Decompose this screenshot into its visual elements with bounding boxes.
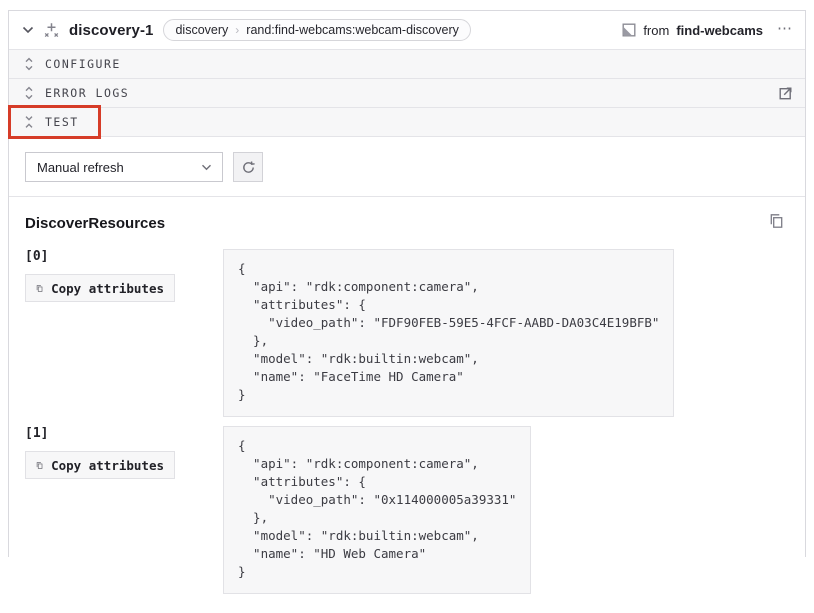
copy-icon xyxy=(36,281,43,296)
header-right: from find-webcams ⋯ xyxy=(622,21,793,40)
resource-type-badge: discovery › rand:find-webcams:webcam-dis… xyxy=(163,19,470,41)
badge-type: discovery xyxy=(175,23,228,37)
copy-icon xyxy=(36,458,43,473)
badge-separator-icon: › xyxy=(235,23,239,37)
refresh-controls: Manual refresh xyxy=(9,137,805,196)
result-json: { "api": "rdk:component:camera", "attrib… xyxy=(223,249,674,417)
from-module-name: find-webcams xyxy=(676,23,763,38)
from-label: from xyxy=(643,23,669,38)
discovery-service-icon xyxy=(43,22,60,39)
module-icon xyxy=(622,23,636,37)
discover-results: DiscoverResources [0] xyxy=(9,196,805,613)
collapse-chevron-icon[interactable] xyxy=(22,26,34,34)
result-index: [1] xyxy=(25,426,175,441)
method-header: DiscoverResources xyxy=(25,215,789,232)
copy-attributes-label: Copy attributes xyxy=(51,458,164,473)
section-test-label: TEST xyxy=(45,115,79,129)
open-logs-button[interactable] xyxy=(778,86,793,101)
section-test[interactable]: TEST xyxy=(9,107,805,136)
result-1-left: [1] Copy attributes xyxy=(25,426,175,479)
more-menu-button[interactable]: ⋯ xyxy=(777,21,793,40)
method-name: DiscoverResources xyxy=(25,215,165,232)
resource-card: discovery-1 discovery › rand:find-webcam… xyxy=(8,10,806,557)
result-index: [0] xyxy=(25,249,175,264)
result-0-left: [0] Copy attributes xyxy=(25,249,175,302)
section-configure[interactable]: CONFIGURE xyxy=(9,49,805,78)
result-json: { "api": "rdk:component:camera", "attrib… xyxy=(223,426,531,594)
collapse-icon xyxy=(24,115,34,129)
result-item-0: [0] Copy attributes { "api": "rdk:compon… xyxy=(25,249,789,417)
copy-attributes-button[interactable]: Copy attributes xyxy=(25,274,175,302)
copy-attributes-label: Copy attributes xyxy=(51,281,164,296)
from-module: from find-webcams xyxy=(622,23,763,38)
chevron-down-icon xyxy=(201,164,212,171)
copy-result-button[interactable] xyxy=(769,213,789,229)
expand-icon xyxy=(24,86,34,100)
refresh-mode-select[interactable]: Manual refresh xyxy=(25,152,223,182)
refresh-mode-value: Manual refresh xyxy=(37,160,124,175)
copy-attributes-button[interactable]: Copy attributes xyxy=(25,451,175,479)
card-header: discovery-1 discovery › rand:find-webcam… xyxy=(9,11,805,49)
section-error-logs[interactable]: ERROR LOGS xyxy=(9,78,805,107)
resource-name: discovery-1 xyxy=(69,22,153,39)
badge-model: rand:find-webcams:webcam-discovery xyxy=(246,23,459,37)
test-panel: Manual refresh DiscoverResources xyxy=(9,136,805,613)
section-configure-label: CONFIGURE xyxy=(45,57,121,71)
section-error-logs-label: ERROR LOGS xyxy=(45,86,129,100)
result-item-1: [1] Copy attributes { "api": "rdk:compon… xyxy=(25,426,789,594)
refresh-icon xyxy=(241,160,256,175)
expand-icon xyxy=(24,57,34,71)
open-in-new-icon xyxy=(778,86,793,101)
copy-icon xyxy=(769,213,784,229)
refresh-button[interactable] xyxy=(233,152,263,182)
